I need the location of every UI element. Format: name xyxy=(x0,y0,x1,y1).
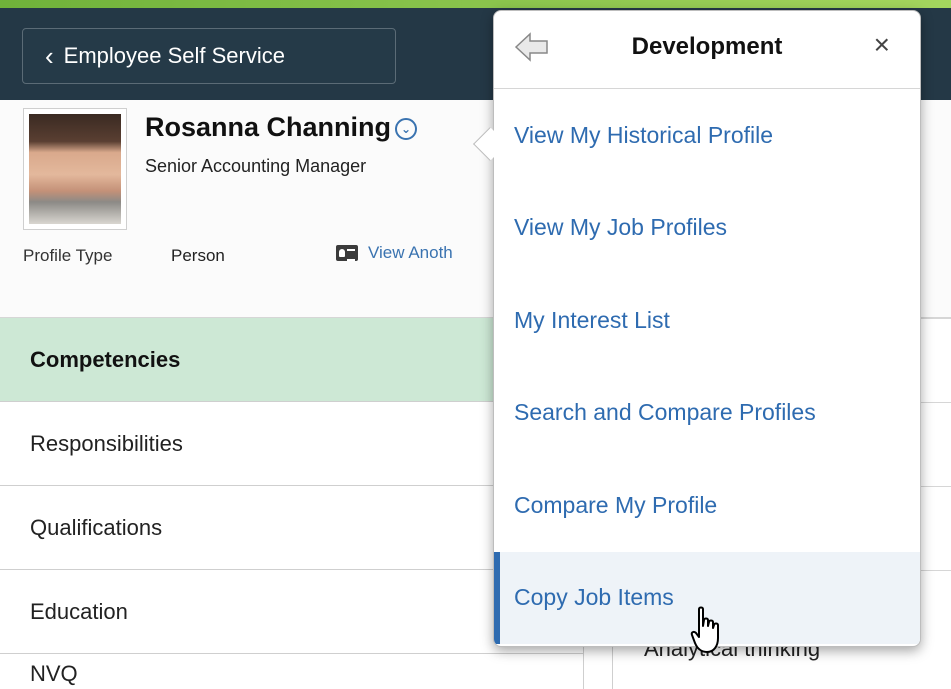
chevron-left-icon: ‹ xyxy=(45,41,54,71)
avatar xyxy=(23,108,127,230)
job-title: Senior Accounting Manager xyxy=(145,156,367,176)
view-another-label: View Anoth xyxy=(368,243,453,262)
close-icon[interactable]: × xyxy=(874,31,890,59)
menu-item-compare-my-profile[interactable]: Compare My Profile xyxy=(494,459,920,552)
back-button[interactable]: ‹ Employee Self Service xyxy=(22,28,396,84)
menu-item-view-job-profiles[interactable]: View My Job Profiles xyxy=(494,182,920,275)
popup-header: Development × xyxy=(494,11,920,89)
popup-title: Development xyxy=(631,33,783,60)
view-another-link[interactable]: View Anoth xyxy=(336,243,496,263)
profile-type-label: Profile Type xyxy=(23,246,113,265)
back-button-label: Employee Self Service xyxy=(63,43,285,68)
development-popup: Development × View My Historical Profile… xyxy=(493,10,921,647)
menu-item-search-compare-profiles[interactable]: Search and Compare Profiles xyxy=(494,367,920,460)
menu-item-view-historical-profile[interactable]: View My Historical Profile xyxy=(494,89,920,182)
hand-pointer-icon xyxy=(690,606,719,653)
menu-item-interest-list[interactable]: My Interest List xyxy=(494,274,920,367)
chevron-down-circle-icon[interactable]: ⌄ xyxy=(395,118,418,140)
nav-item-nvq[interactable]: NVQ xyxy=(0,654,583,689)
top-accent-strip xyxy=(0,0,951,8)
id-card-icon xyxy=(336,245,358,261)
employee-name: Rosanna Channing ⌄ xyxy=(145,112,418,143)
profile-type-value: Person xyxy=(171,246,225,265)
